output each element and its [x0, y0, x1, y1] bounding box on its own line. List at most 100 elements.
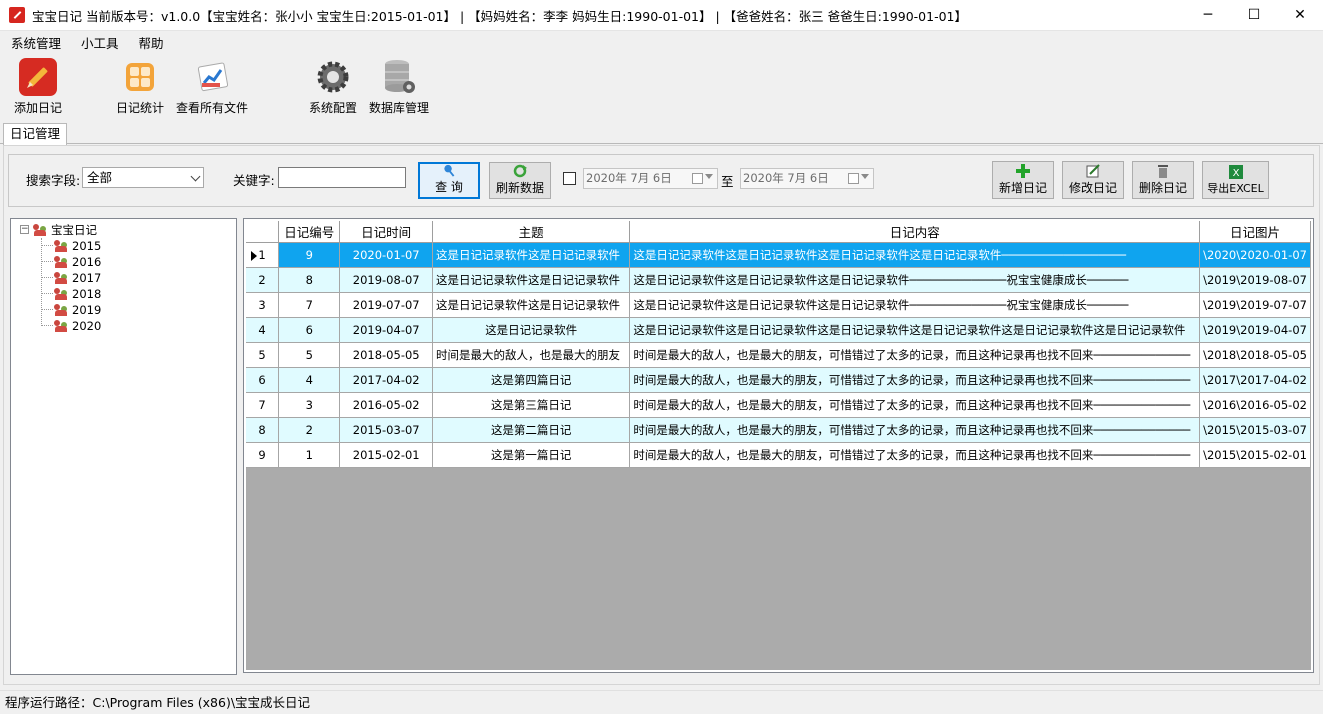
column-header-date[interactable]: 日记时间: [339, 221, 433, 243]
cell-date[interactable]: 2019-08-07: [339, 267, 433, 293]
view-files-button[interactable]: 查看所有文件: [176, 57, 248, 116]
tree-item-2016[interactable]: 2016: [53, 254, 101, 269]
column-header-id[interactable]: 日记编号: [278, 221, 341, 243]
cell-image[interactable]: \2017\2017-04-02: [1199, 367, 1311, 393]
tree-item-2015[interactable]: 2015: [53, 238, 101, 253]
table-row[interactable]: 8 2 2015-03-07 这是第二篇日记 时间是最大的敌人，也是最大的朋友，…: [246, 417, 1311, 443]
cell-date[interactable]: 2015-02-01: [339, 442, 433, 468]
row-header[interactable]: 2: [246, 267, 280, 293]
cell-date[interactable]: 2018-05-05: [339, 342, 433, 368]
database-manage-button[interactable]: 数据库管理: [369, 57, 429, 116]
maximize-button[interactable]: ☐: [1231, 0, 1277, 30]
collapse-icon[interactable]: −: [20, 225, 29, 234]
menu-system[interactable]: 系统管理: [2, 33, 70, 52]
cell-topic[interactable]: 这是第一篇日记: [432, 442, 631, 468]
cell-topic[interactable]: 时间是最大的敌人，也是最大的朋友: [432, 342, 631, 368]
column-header-image[interactable]: 日记图片: [1199, 221, 1311, 243]
cell-image[interactable]: \2015\2015-02-01: [1199, 442, 1311, 468]
row-header[interactable]: 1: [246, 242, 280, 268]
column-header-content[interactable]: 日记内容: [629, 221, 1201, 243]
tree-item-2017[interactable]: 2017: [53, 270, 101, 285]
cell-date[interactable]: 2017-04-02: [339, 367, 433, 393]
cell-topic[interactable]: 这是第三篇日记: [432, 392, 631, 418]
cell-image[interactable]: \2015\2015-03-07: [1199, 417, 1311, 443]
table-row[interactable]: 1 9 2020-01-07 这是日记记录软件这是日记记录软件 这是日记记录软件…: [246, 242, 1311, 268]
cell-id[interactable]: 9: [278, 242, 341, 268]
date-filter-checkbox[interactable]: [563, 172, 576, 185]
tab-diary-manage[interactable]: 日记管理: [3, 123, 68, 145]
row-header[interactable]: 7: [246, 392, 280, 418]
row-header[interactable]: 6: [246, 367, 280, 393]
date-to-picker[interactable]: 2020年 7月 6日: [740, 168, 874, 189]
tree-item-2020[interactable]: 2020: [53, 318, 101, 333]
cell-image[interactable]: \2020\2020-01-07: [1199, 242, 1311, 268]
close-button[interactable]: ✕: [1277, 0, 1323, 30]
cell-topic[interactable]: 这是日记记录软件这是日记记录软件: [432, 267, 631, 293]
trash-icon: [1158, 165, 1168, 178]
edit-diary-button[interactable]: 修改日记: [1062, 161, 1124, 199]
cell-date[interactable]: 2020-01-07: [339, 242, 433, 268]
cell-image[interactable]: \2019\2019-07-07: [1199, 292, 1311, 318]
cell-content[interactable]: 时间是最大的敌人，也是最大的朋友，可惜错过了太多的记录，而且这种记录再也找不回来…: [629, 367, 1201, 393]
cell-id[interactable]: 1: [278, 442, 341, 468]
cell-content[interactable]: 这是日记记录软件这是日记记录软件这是日记记录软件这是日记记录软件────────…: [629, 242, 1201, 268]
row-header[interactable]: 3: [246, 292, 280, 318]
cell-topic[interactable]: 这是第四篇日记: [432, 367, 631, 393]
cell-date[interactable]: 2019-04-07: [339, 317, 433, 343]
cell-topic[interactable]: 这是第二篇日记: [432, 417, 631, 443]
table-row[interactable]: 7 3 2016-05-02 这是第三篇日记 时间是最大的敌人，也是最大的朋友，…: [246, 392, 1311, 418]
row-header[interactable]: 5: [246, 342, 280, 368]
cell-topic[interactable]: 这是日记记录软件这是日记记录软件: [432, 242, 631, 268]
row-header[interactable]: 4: [246, 317, 280, 343]
table-row[interactable]: 4 6 2019-04-07 这是日记记录软件 这是日记记录软件这是日记记录软件…: [246, 317, 1311, 343]
tree-item-2019[interactable]: 2019: [53, 302, 101, 317]
add-diary-entry-button[interactable]: 新增日记: [992, 161, 1054, 199]
system-config-button[interactable]: 系统配置: [309, 57, 357, 116]
cell-id[interactable]: 2: [278, 417, 341, 443]
query-button[interactable]: 查 询: [418, 162, 480, 199]
refresh-button[interactable]: 刷新数据: [489, 162, 551, 199]
cell-id[interactable]: 8: [278, 267, 341, 293]
cell-topic[interactable]: 这是日记记录软件: [432, 317, 631, 343]
delete-diary-button[interactable]: 删除日记: [1132, 161, 1194, 199]
export-excel-button[interactable]: X 导出EXCEL: [1202, 161, 1269, 199]
minimize-button[interactable]: ─: [1185, 0, 1231, 30]
row-header[interactable]: 8: [246, 417, 280, 443]
cell-image[interactable]: \2019\2019-08-07: [1199, 267, 1311, 293]
table-row[interactable]: 2 8 2019-08-07 这是日记记录软件这是日记记录软件 这是日记记录软件…: [246, 267, 1311, 293]
keyword-input[interactable]: [278, 167, 406, 188]
cell-content[interactable]: 这是日记记录软件这是日记记录软件这是日记记录软件──────────────祝宝…: [629, 267, 1201, 293]
cell-image[interactable]: \2019\2019-04-07: [1199, 317, 1311, 343]
column-header-topic[interactable]: 主题: [432, 221, 631, 243]
table-row[interactable]: 9 1 2015-02-01 这是第一篇日记 时间是最大的敌人，也是最大的朋友，…: [246, 442, 1311, 468]
cell-date[interactable]: 2015-03-07: [339, 417, 433, 443]
cell-content[interactable]: 时间是最大的敌人，也是最大的朋友，可惜错过了太多的记录，而且这种记录再也找不回来…: [629, 342, 1201, 368]
tree-root[interactable]: − 宝宝日记: [20, 222, 97, 237]
cell-topic[interactable]: 这是日记记录软件这是日记记录软件: [432, 292, 631, 318]
table-row[interactable]: 3 7 2019-07-07 这是日记记录软件这是日记记录软件 这是日记记录软件…: [246, 292, 1311, 318]
search-field-select[interactable]: 全部: [82, 167, 204, 188]
tree-item-2018[interactable]: 2018: [53, 286, 101, 301]
cell-date[interactable]: 2016-05-02: [339, 392, 433, 418]
cell-content[interactable]: 这是日记记录软件这是日记记录软件这是日记记录软件这是日记记录软件这是日记记录软件…: [629, 317, 1201, 343]
cell-content[interactable]: 这是日记记录软件这是日记记录软件这是日记记录软件──────────────祝宝…: [629, 292, 1201, 318]
add-diary-button[interactable]: 添加日记: [14, 57, 62, 116]
cell-content[interactable]: 时间是最大的敌人，也是最大的朋友，可惜错过了太多的记录，而且这种记录再也找不回来…: [629, 417, 1201, 443]
cell-id[interactable]: 7: [278, 292, 341, 318]
cell-date[interactable]: 2019-07-07: [339, 292, 433, 318]
cell-id[interactable]: 3: [278, 392, 341, 418]
cell-id[interactable]: 5: [278, 342, 341, 368]
cell-id[interactable]: 4: [278, 367, 341, 393]
cell-content[interactable]: 时间是最大的敌人，也是最大的朋友，可惜错过了太多的记录，而且这种记录再也找不回来…: [629, 392, 1201, 418]
cell-image[interactable]: \2016\2016-05-02: [1199, 392, 1311, 418]
cell-content[interactable]: 时间是最大的敌人，也是最大的朋友，可惜错过了太多的记录，而且这种记录再也找不回来…: [629, 442, 1201, 468]
table-row[interactable]: 5 5 2018-05-05 时间是最大的敌人，也是最大的朋友 时间是最大的敌人…: [246, 342, 1311, 368]
row-header[interactable]: 9: [246, 442, 280, 468]
diary-stats-button[interactable]: 日记统计: [116, 57, 164, 116]
table-row[interactable]: 6 4 2017-04-02 这是第四篇日记 时间是最大的敌人，也是最大的朋友，…: [246, 367, 1311, 393]
cell-image[interactable]: \2018\2018-05-05: [1199, 342, 1311, 368]
date-from-picker[interactable]: 2020年 7月 6日: [583, 168, 718, 189]
menu-help[interactable]: 帮助: [130, 33, 173, 52]
menu-tools[interactable]: 小工具: [72, 33, 128, 52]
cell-id[interactable]: 6: [278, 317, 341, 343]
